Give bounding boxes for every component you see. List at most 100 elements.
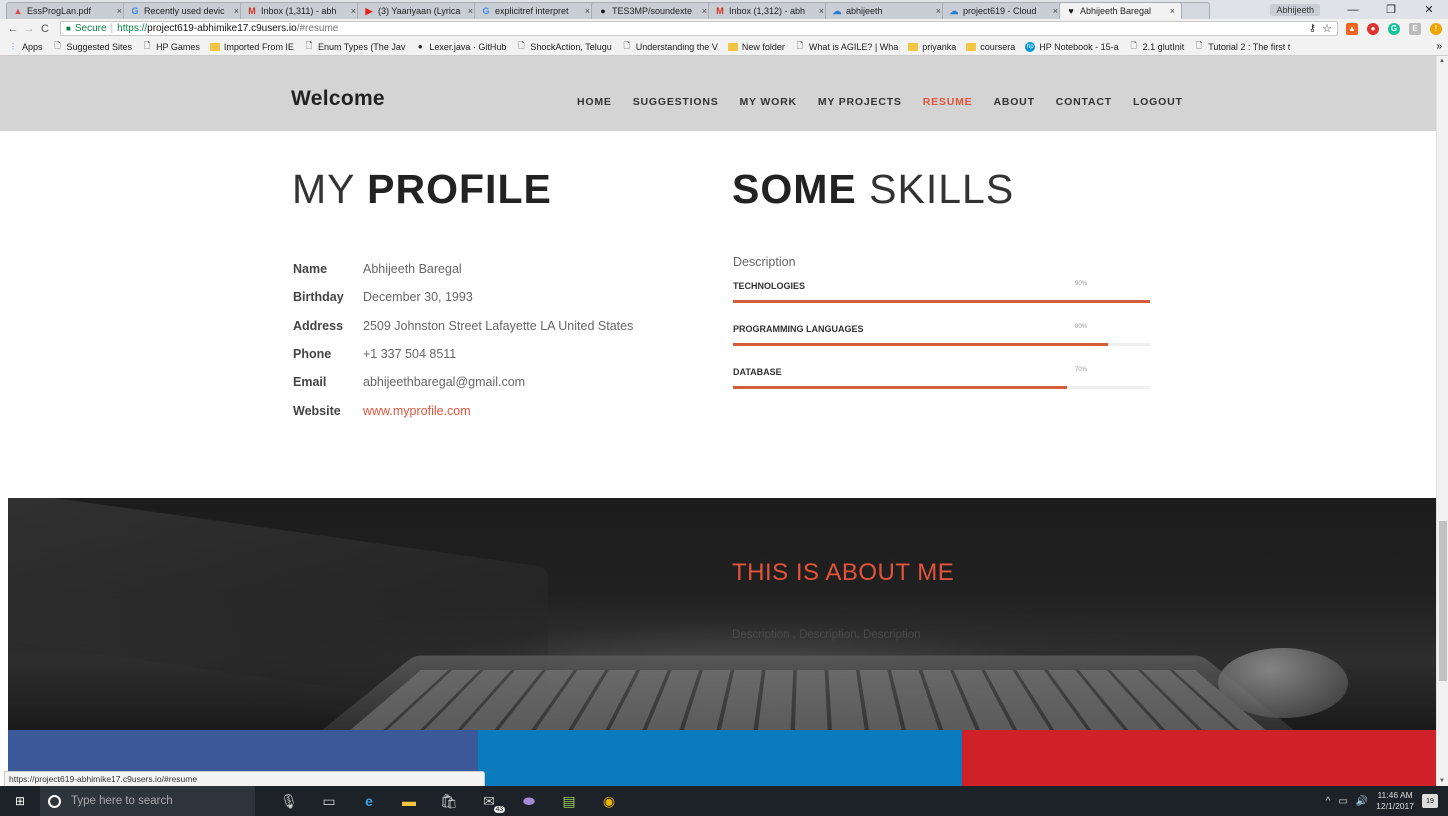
back-icon[interactable]: ←: [6, 23, 20, 35]
skill-bar-fill: [733, 300, 1150, 303]
tab-close-icon[interactable]: ×: [819, 6, 824, 16]
bookmark-item[interactable]: ⋮ Apps: [8, 42, 43, 52]
nav-link-contact[interactable]: CONTACT: [1056, 96, 1112, 108]
scroll-down-icon[interactable]: ▼: [1439, 778, 1445, 784]
extension-gray-icon[interactable]: E: [1409, 22, 1421, 35]
page-scrollbar[interactable]: ▲ ▼: [1436, 56, 1448, 786]
nav-link-home[interactable]: HOME: [577, 96, 612, 108]
bookmark-item[interactable]: 🗋 Understanding the V: [622, 41, 718, 52]
browser-tab[interactable]: M Inbox (1,311) - abh ×: [240, 2, 363, 19]
profile-heading-light: MY: [292, 166, 368, 212]
bookmark-item[interactable]: 🗋 2.1 glutInit: [1129, 41, 1184, 52]
browser-tab[interactable]: ☁ abhijeeth ×: [825, 2, 948, 19]
alert-icon[interactable]: !: [1430, 22, 1442, 35]
social-color-block[interactable]: [962, 730, 1436, 786]
website-link[interactable]: www.myprofile.com: [363, 404, 471, 418]
bookmark-item[interactable]: 🗋 Tutorial 2 : The first t: [1194, 41, 1290, 52]
bookmark-item[interactable]: hp HP Notebook - 15-a: [1025, 41, 1119, 52]
bookmark-item[interactable]: 🗋 ShockAction, Telugu: [516, 41, 612, 52]
nav-link-my-work[interactable]: MY WORK: [740, 96, 797, 108]
task-view-icon[interactable]: ▭: [319, 791, 339, 811]
tab-close-icon[interactable]: ×: [585, 6, 590, 16]
minimize-icon[interactable]: —: [1334, 4, 1372, 16]
browser-tab[interactable]: Gexplicitref interpret ×: [474, 2, 597, 19]
browser-tab[interactable]: G Recently used devic ×: [123, 2, 246, 19]
taskbar-search[interactable]: Type here to search: [40, 786, 255, 816]
bookmark-item[interactable]: coursera: [966, 42, 1015, 52]
microphone-icon[interactable]: 🎙: [279, 791, 299, 811]
tab-close-icon[interactable]: ×: [234, 6, 239, 16]
close-icon[interactable]: ✕: [1410, 3, 1448, 16]
notification-icon[interactable]: 19: [1422, 794, 1438, 808]
youtube-icon: ▶: [365, 5, 373, 16]
browser-tab[interactable]: ▲ EssProgLan.pdf ×: [6, 2, 129, 19]
tab-title: Abhijeeth Baregal: [1080, 6, 1152, 16]
more-bookmarks-icon[interactable]: »: [1436, 41, 1442, 52]
skills-panel: Description TECHNOLOGIES 90% PROGRAMMING L…: [733, 255, 1150, 410]
forward-icon[interactable]: →: [22, 23, 36, 35]
social-color-block[interactable]: [478, 730, 962, 786]
mail-icon[interactable]: ✉ 43: [479, 791, 505, 813]
scroll-up-icon[interactable]: ▲: [1439, 58, 1445, 64]
secure-label: Secure: [74, 23, 107, 34]
bookmark-item[interactable]: New folder: [727, 42, 785, 52]
volume-icon[interactable]: 🔊: [1356, 796, 1368, 807]
profile-row: Birthday December 30, 1993: [293, 283, 633, 311]
reload-icon[interactable]: C: [38, 23, 52, 35]
grammarly-icon[interactable]: G: [1388, 22, 1400, 35]
browser-tab[interactable]: ▶ (3) Yaariyaan (Lyrica ×: [357, 2, 480, 19]
tab-close-icon[interactable]: ×: [468, 6, 473, 16]
network-icon[interactable]: ▭: [1338, 796, 1347, 807]
browser-tab[interactable]: ♥ Abhijeeth Baregal ×: [1059, 2, 1182, 19]
eclipse-icon[interactable]: ⬬: [519, 791, 539, 811]
windows-start-icon[interactable]: ⊞: [0, 786, 40, 816]
browser-tab[interactable]: ● TES3MP/soundexte ×: [591, 2, 714, 19]
tab-title: (3) Yaariyaan (Lyrica: [378, 6, 461, 16]
key-icon[interactable]: ⚷: [1309, 23, 1316, 34]
bookmark-item[interactable]: 🗋 Enum Types (The Jav: [304, 41, 406, 52]
tab-close-icon[interactable]: ×: [1170, 6, 1175, 16]
tab-close-icon[interactable]: ×: [117, 6, 122, 16]
tab-close-icon[interactable]: ×: [1053, 6, 1058, 16]
bookmark-item[interactable]: 🗋 Suggested Sites: [53, 41, 132, 52]
url-field[interactable]: ■ Secure | https:// project619-abhimike1…: [60, 21, 1338, 36]
extension-orange-icon[interactable]: ▲: [1346, 22, 1358, 35]
tray-chevron-icon[interactable]: ^: [1326, 796, 1331, 807]
tab-close-icon[interactable]: ×: [702, 6, 707, 16]
browser-tab[interactable]: M Inbox (1,312) - abh ×: [708, 2, 831, 19]
star-icon[interactable]: ☆: [1322, 22, 1332, 35]
shield-icon[interactable]: ●: [1367, 22, 1379, 35]
bookmark-item[interactable]: priyanka: [908, 42, 956, 52]
nav-link-my-projects[interactable]: MY PROJECTS: [818, 96, 902, 108]
edge-icon[interactable]: e: [359, 791, 379, 811]
about-description: Description . Description. Description: [732, 629, 921, 641]
nav-link-resume[interactable]: RESUME: [923, 96, 973, 108]
tab-title: abhijeeth: [846, 6, 883, 16]
profile-row: Name Abhijeeth Baregal: [293, 255, 633, 283]
tab-close-icon[interactable]: ×: [936, 6, 941, 16]
file-explorer-icon[interactable]: ▬: [399, 791, 419, 811]
chrome-icon[interactable]: ◉: [599, 791, 619, 811]
nav-link-suggestions[interactable]: SUGGESTIONS: [633, 96, 719, 108]
profile-key: Website: [293, 403, 341, 418]
profile-button[interactable]: Abhijeeth: [1270, 3, 1320, 16]
bookmark-item[interactable]: Imported From IE: [209, 42, 294, 52]
cloud9-icon: ☁: [832, 5, 842, 16]
bookmark-item[interactable]: 🗋 HP Games: [142, 41, 200, 52]
nav-link-logout[interactable]: LOGOUT: [1133, 96, 1183, 108]
store-icon[interactable]: 🛍: [439, 791, 459, 811]
url-hash: /#resume: [296, 23, 339, 34]
web-page: Welcome HOME SUGGESTIONS MY WORK MY PROJECT…: [0, 56, 1436, 786]
site-brand[interactable]: Welcome: [291, 87, 385, 111]
clock[interactable]: 11:46 AM 12/1/2017: [1376, 790, 1414, 812]
restore-icon[interactable]: ❐: [1372, 3, 1410, 16]
skills-description: Description: [733, 255, 796, 269]
nav-link-about[interactable]: ABOUT: [993, 96, 1034, 108]
scrollbar-thumb[interactable]: [1439, 521, 1447, 681]
bookmark-item[interactable]: 🗋 What is AGILE? | Wha: [795, 41, 899, 52]
browser-tab[interactable]: ☁ project619 - Cloud ×: [942, 2, 1065, 19]
bookmark-item[interactable]: ● Lexer.java · GitHub: [415, 42, 506, 52]
tab-close-icon[interactable]: ×: [351, 6, 356, 16]
editor-icon[interactable]: ▤: [559, 791, 579, 811]
mouse-background: [1218, 648, 1348, 718]
